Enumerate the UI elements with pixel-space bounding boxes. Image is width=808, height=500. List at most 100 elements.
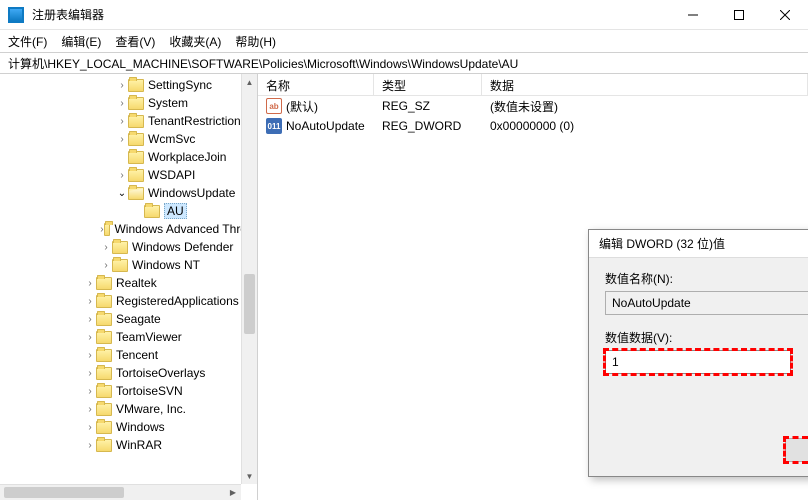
list-header: 名称 类型 数据: [258, 74, 808, 96]
chevron-right-icon[interactable]: ›: [84, 350, 96, 361]
registry-tree[interactable]: ›SettingSync›System›TenantRestrictions›W…: [0, 74, 257, 454]
tree-item-label: SettingSync: [148, 78, 212, 92]
chevron-right-icon[interactable]: ›: [84, 278, 96, 289]
menu-help[interactable]: 帮助(H): [235, 33, 276, 50]
scroll-down-arrow[interactable]: ▼: [242, 468, 257, 484]
column-type[interactable]: 类型: [374, 74, 482, 95]
chevron-right-icon[interactable]: ›: [84, 386, 96, 397]
chevron-right-icon[interactable]: ›: [100, 242, 112, 253]
tree-item[interactable]: ›TeamViewer: [0, 328, 257, 346]
tree-item[interactable]: › WcmSvc: [0, 130, 257, 148]
dialog-titlebar[interactable]: 编辑 DWORD (32 位)值: [589, 230, 808, 258]
maximize-button[interactable]: [716, 0, 762, 30]
folder-icon: [128, 79, 144, 92]
chevron-right-icon[interactable]: ›: [116, 116, 128, 127]
window-controls: [670, 0, 808, 30]
folder-icon: [96, 349, 112, 362]
folder-icon: [128, 115, 144, 128]
menu-view[interactable]: 查看(V): [115, 33, 155, 50]
column-name[interactable]: 名称: [258, 74, 374, 95]
tree-item-label: AU: [164, 203, 187, 219]
tree-item[interactable]: ›System: [0, 94, 257, 112]
chevron-right-icon[interactable]: ›: [84, 296, 96, 307]
folder-icon: [112, 259, 128, 272]
menu-file[interactable]: 文件(F): [8, 33, 47, 50]
tree-item-label: TortoiseSVN: [116, 384, 183, 398]
tree-item-label: VMware, Inc.: [116, 402, 186, 416]
tree-item[interactable]: ›Windows Defender: [0, 238, 257, 256]
values-panel: 名称 类型 数据 ab(默认)REG_SZ(数值未设置)011NoAutoUpd…: [258, 74, 808, 500]
value-row[interactable]: ab(默认)REG_SZ(数值未设置): [258, 96, 808, 116]
tree-item[interactable]: › Windows NT: [0, 256, 257, 274]
value-row[interactable]: 011NoAutoUpdateREG_DWORD0x00000000 (0): [258, 116, 808, 136]
value-data-label: 数值数据(V):: [605, 329, 791, 346]
scroll-up-arrow[interactable]: ▲: [242, 74, 257, 90]
folder-icon: [96, 403, 112, 416]
tree-item[interactable]: › VMware, Inc.: [0, 400, 257, 418]
folder-icon: [96, 439, 112, 452]
string-value-icon: ab: [266, 98, 282, 114]
tree-item-label: Windows: [116, 420, 165, 434]
value-data-input[interactable]: [605, 350, 791, 374]
tree-item[interactable]: › WSDAPI: [0, 166, 257, 184]
chevron-right-icon[interactable]: ›: [116, 80, 128, 91]
value-name: NoAutoUpdate: [286, 119, 365, 133]
tree-item[interactable]: › TortoiseSVN: [0, 382, 257, 400]
folder-icon: [128, 187, 144, 200]
tree-item[interactable]: ›RegisteredApplications: [0, 292, 257, 310]
tree-item[interactable]: ⌄ WindowsUpdate: [0, 184, 257, 202]
scroll-thumb-vertical[interactable]: [244, 274, 255, 334]
chevron-right-icon[interactable]: ›: [116, 98, 128, 109]
dialog-title: 编辑 DWORD (32 位)值: [599, 235, 808, 252]
column-data[interactable]: 数据: [482, 74, 808, 95]
folder-icon: [96, 421, 112, 434]
chevron-right-icon[interactable]: ›: [116, 134, 128, 145]
values-list[interactable]: ab(默认)REG_SZ(数值未设置)011NoAutoUpdateREG_DW…: [258, 96, 808, 136]
tree-item[interactable]: ›Realtek: [0, 274, 257, 292]
ok-button[interactable]: 确定: [785, 438, 808, 462]
chevron-right-icon[interactable]: ›: [84, 314, 96, 325]
tree-item-label: Windows Advanced Threat: [114, 222, 257, 236]
value-type: REG_SZ: [374, 99, 482, 113]
tree-item[interactable]: AU: [0, 202, 257, 220]
menu-edit[interactable]: 编辑(E): [61, 33, 101, 50]
titlebar: 注册表编辑器: [0, 0, 808, 30]
chevron-right-icon[interactable]: ›: [84, 422, 96, 433]
tree-item-label: WindowsUpdate: [148, 186, 235, 200]
tree-item[interactable]: › TenantRestrictions: [0, 112, 257, 130]
tree-item[interactable]: › Tencent: [0, 346, 257, 364]
scroll-thumb-horizontal[interactable]: [4, 487, 124, 498]
chevron-down-icon[interactable]: ⌄: [116, 188, 128, 199]
menu-favorites[interactable]: 收藏夹(A): [169, 33, 221, 50]
chevron-right-icon[interactable]: ›: [84, 332, 96, 343]
tree-scrollbar-vertical[interactable]: ▲ ▼: [241, 74, 257, 484]
tree-item-label: Tencent: [116, 348, 158, 362]
tree-scrollbar-horizontal[interactable]: ◀ ▶: [0, 484, 241, 500]
chevron-right-icon[interactable]: ›: [84, 404, 96, 415]
tree-item-label: Windows NT: [132, 258, 200, 272]
tree-item-label: WcmSvc: [148, 132, 195, 146]
scroll-right-arrow[interactable]: ▶: [225, 485, 241, 500]
chevron-right-icon[interactable]: ›: [100, 260, 112, 271]
tree-item[interactable]: ›WinRAR: [0, 436, 257, 454]
tree-item-label: WSDAPI: [148, 168, 195, 182]
folder-icon: [104, 223, 111, 236]
chevron-right-icon[interactable]: ›: [84, 368, 96, 379]
tree-item[interactable]: WorkplaceJoin: [0, 148, 257, 166]
tree-item-label: TenantRestrictions: [148, 114, 247, 128]
tree-item[interactable]: › SettingSync: [0, 76, 257, 94]
folder-icon: [128, 169, 144, 182]
address-bar[interactable]: 计算机\HKEY_LOCAL_MACHINE\SOFTWARE\Policies…: [0, 52, 808, 74]
tree-item[interactable]: ›Seagate: [0, 310, 257, 328]
folder-icon: [96, 385, 112, 398]
chevron-right-icon[interactable]: ›: [116, 170, 128, 181]
folder-icon: [128, 97, 144, 110]
close-button[interactable]: [762, 0, 808, 30]
tree-item[interactable]: ›Windows Advanced Threat: [0, 220, 257, 238]
folder-icon: [96, 313, 112, 326]
chevron-right-icon[interactable]: ›: [84, 440, 96, 451]
tree-item[interactable]: › Windows: [0, 418, 257, 436]
minimize-button[interactable]: [670, 0, 716, 30]
tree-item[interactable]: ›TortoiseOverlays: [0, 364, 257, 382]
folder-icon: [112, 241, 128, 254]
